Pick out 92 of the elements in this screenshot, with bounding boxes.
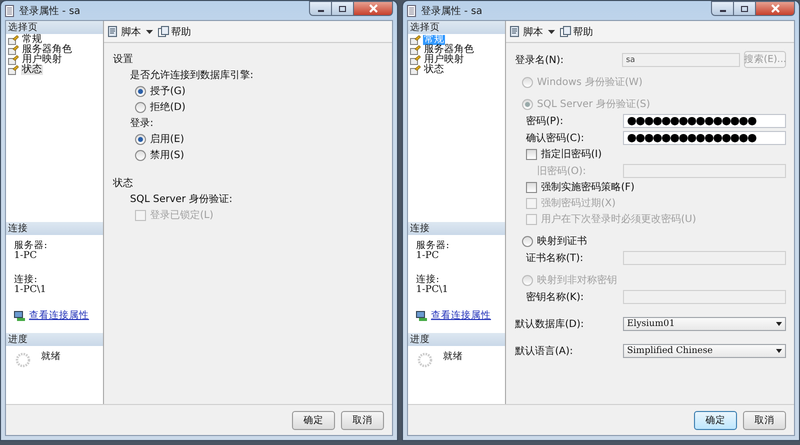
radio-label: Windows 身份验证(W)	[537, 76, 643, 89]
checkbox-label: 用户在下次登录时必须更改密码(U)	[541, 212, 696, 226]
field-label: 登录名(N):	[515, 54, 565, 66]
maximize-icon	[740, 4, 749, 12]
connection-label: 连接:	[14, 275, 38, 285]
field-label: 旧密码(O):	[537, 164, 588, 178]
section-header: 选择页	[408, 21, 505, 34]
connection-label: 连接:	[416, 275, 440, 285]
caret-icon	[776, 322, 782, 326]
properties-icon	[14, 310, 25, 320]
spinner-icon	[15, 352, 31, 368]
caret-icon	[776, 348, 782, 352]
page-item[interactable]: 状态	[21, 65, 43, 75]
radio-button[interactable]	[522, 236, 533, 246]
caret-icon[interactable]	[146, 30, 153, 34]
document-icon	[407, 4, 416, 16]
field-label: 密钥名称(K):	[526, 290, 585, 304]
section-heading: 状态	[113, 176, 133, 190]
radio-button[interactable]	[135, 150, 146, 160]
window-title: 登录属性 - sa	[19, 4, 80, 18]
page-item[interactable]: 状态	[423, 65, 445, 75]
page-item[interactable]: 服务器角色	[423, 45, 475, 55]
connection-properties-link[interactable]: 查看连接属性	[431, 309, 491, 322]
close-icon	[368, 4, 378, 13]
section-header: 连接	[408, 222, 505, 235]
dialog-button[interactable]: 取消	[341, 410, 384, 430]
section-header: 连接	[6, 222, 103, 235]
connection-properties-link[interactable]: 查看连接属性	[29, 309, 89, 322]
radio-label: 映射到非对称密钥	[537, 274, 617, 287]
window-title: 登录属性 - sa	[421, 4, 482, 18]
dialog-button[interactable]: 确定	[694, 410, 737, 430]
server-name: 1-PC	[14, 251, 38, 261]
radio-button[interactable]	[135, 134, 146, 144]
document-icon	[5, 4, 14, 16]
radio-label: 禁用(S)	[150, 148, 184, 162]
checkbox-label: 强制实施密码策略(F)	[541, 180, 635, 194]
help-button[interactable]: 帮助	[560, 24, 593, 38]
section-header: 进度	[6, 333, 103, 346]
field-label: 默认数据库(D):	[515, 318, 585, 330]
radio-label: SQL Server 身份验证(S)	[537, 98, 650, 111]
radio-label: 授予(G)	[150, 85, 186, 98]
page-item[interactable]: 用户映射	[21, 55, 63, 65]
radio-label: 启用(E)	[150, 132, 184, 146]
dropdown-field[interactable]: Simplified Chinese	[623, 344, 786, 358]
caret-icon[interactable]	[548, 30, 555, 34]
radio-label: 映射到证书	[537, 234, 587, 248]
close-button[interactable]	[353, 1, 393, 16]
section-header: 选择页	[6, 21, 103, 34]
minimize-button[interactable]	[711, 1, 734, 16]
script-button[interactable]: 脚本	[108, 24, 141, 38]
progress-status: 就绪	[443, 352, 463, 362]
page-item[interactable]: 常规	[21, 35, 43, 45]
close-icon	[770, 4, 780, 13]
field-label: 证书名称(T):	[526, 252, 584, 264]
checkbox-label: 指定旧密码(I)	[541, 148, 602, 161]
radio-label: 拒绝(D)	[150, 100, 186, 114]
field-label: 确认密码(C):	[526, 132, 586, 144]
script-button[interactable]: 脚本	[510, 24, 543, 38]
dialog-button[interactable]: 取消	[743, 410, 786, 430]
checkbox-label: 强制密码过期(X)	[541, 196, 616, 210]
maximize-icon	[338, 4, 347, 12]
maximize-button[interactable]	[331, 1, 354, 16]
server-label: 服务器:	[14, 241, 48, 251]
close-button[interactable]	[755, 1, 795, 16]
script-icon	[108, 26, 119, 37]
minimize-button[interactable]	[309, 1, 332, 16]
field-label: 默认语言(A):	[515, 344, 574, 358]
field-label: 密码(P):	[526, 114, 564, 128]
section-heading: 设置	[113, 52, 133, 66]
question-label: SQL Server 身份验证:	[130, 193, 232, 206]
server-name: 1-PC	[416, 251, 440, 261]
dialog-button[interactable]: 确定	[292, 410, 335, 430]
help-icon	[158, 26, 169, 37]
radio-button[interactable]	[135, 102, 146, 112]
help-icon	[560, 26, 571, 37]
server-label: 服务器:	[416, 241, 450, 251]
question-label: 是否允许连接到数据库引擎:	[130, 68, 254, 82]
dropdown-field[interactable]: Elysium01	[623, 316, 786, 330]
section-header: 进度	[408, 333, 505, 346]
connection-name: 1-PC\1	[416, 285, 450, 295]
checkbox-label: 登录已锁定(L)	[150, 208, 214, 222]
properties-icon	[416, 310, 427, 320]
progress-status: 就绪	[41, 352, 61, 362]
script-icon	[510, 26, 521, 37]
help-button[interactable]: 帮助	[158, 24, 191, 38]
question-label: 登录:	[130, 117, 154, 130]
page-item[interactable]: 服务器角色	[21, 45, 73, 55]
radio-button[interactable]	[135, 86, 146, 96]
spinner-icon	[417, 352, 433, 368]
maximize-button[interactable]	[733, 1, 756, 16]
connection-name: 1-PC\1	[14, 285, 48, 295]
page-item[interactable]: 用户映射	[423, 55, 465, 65]
